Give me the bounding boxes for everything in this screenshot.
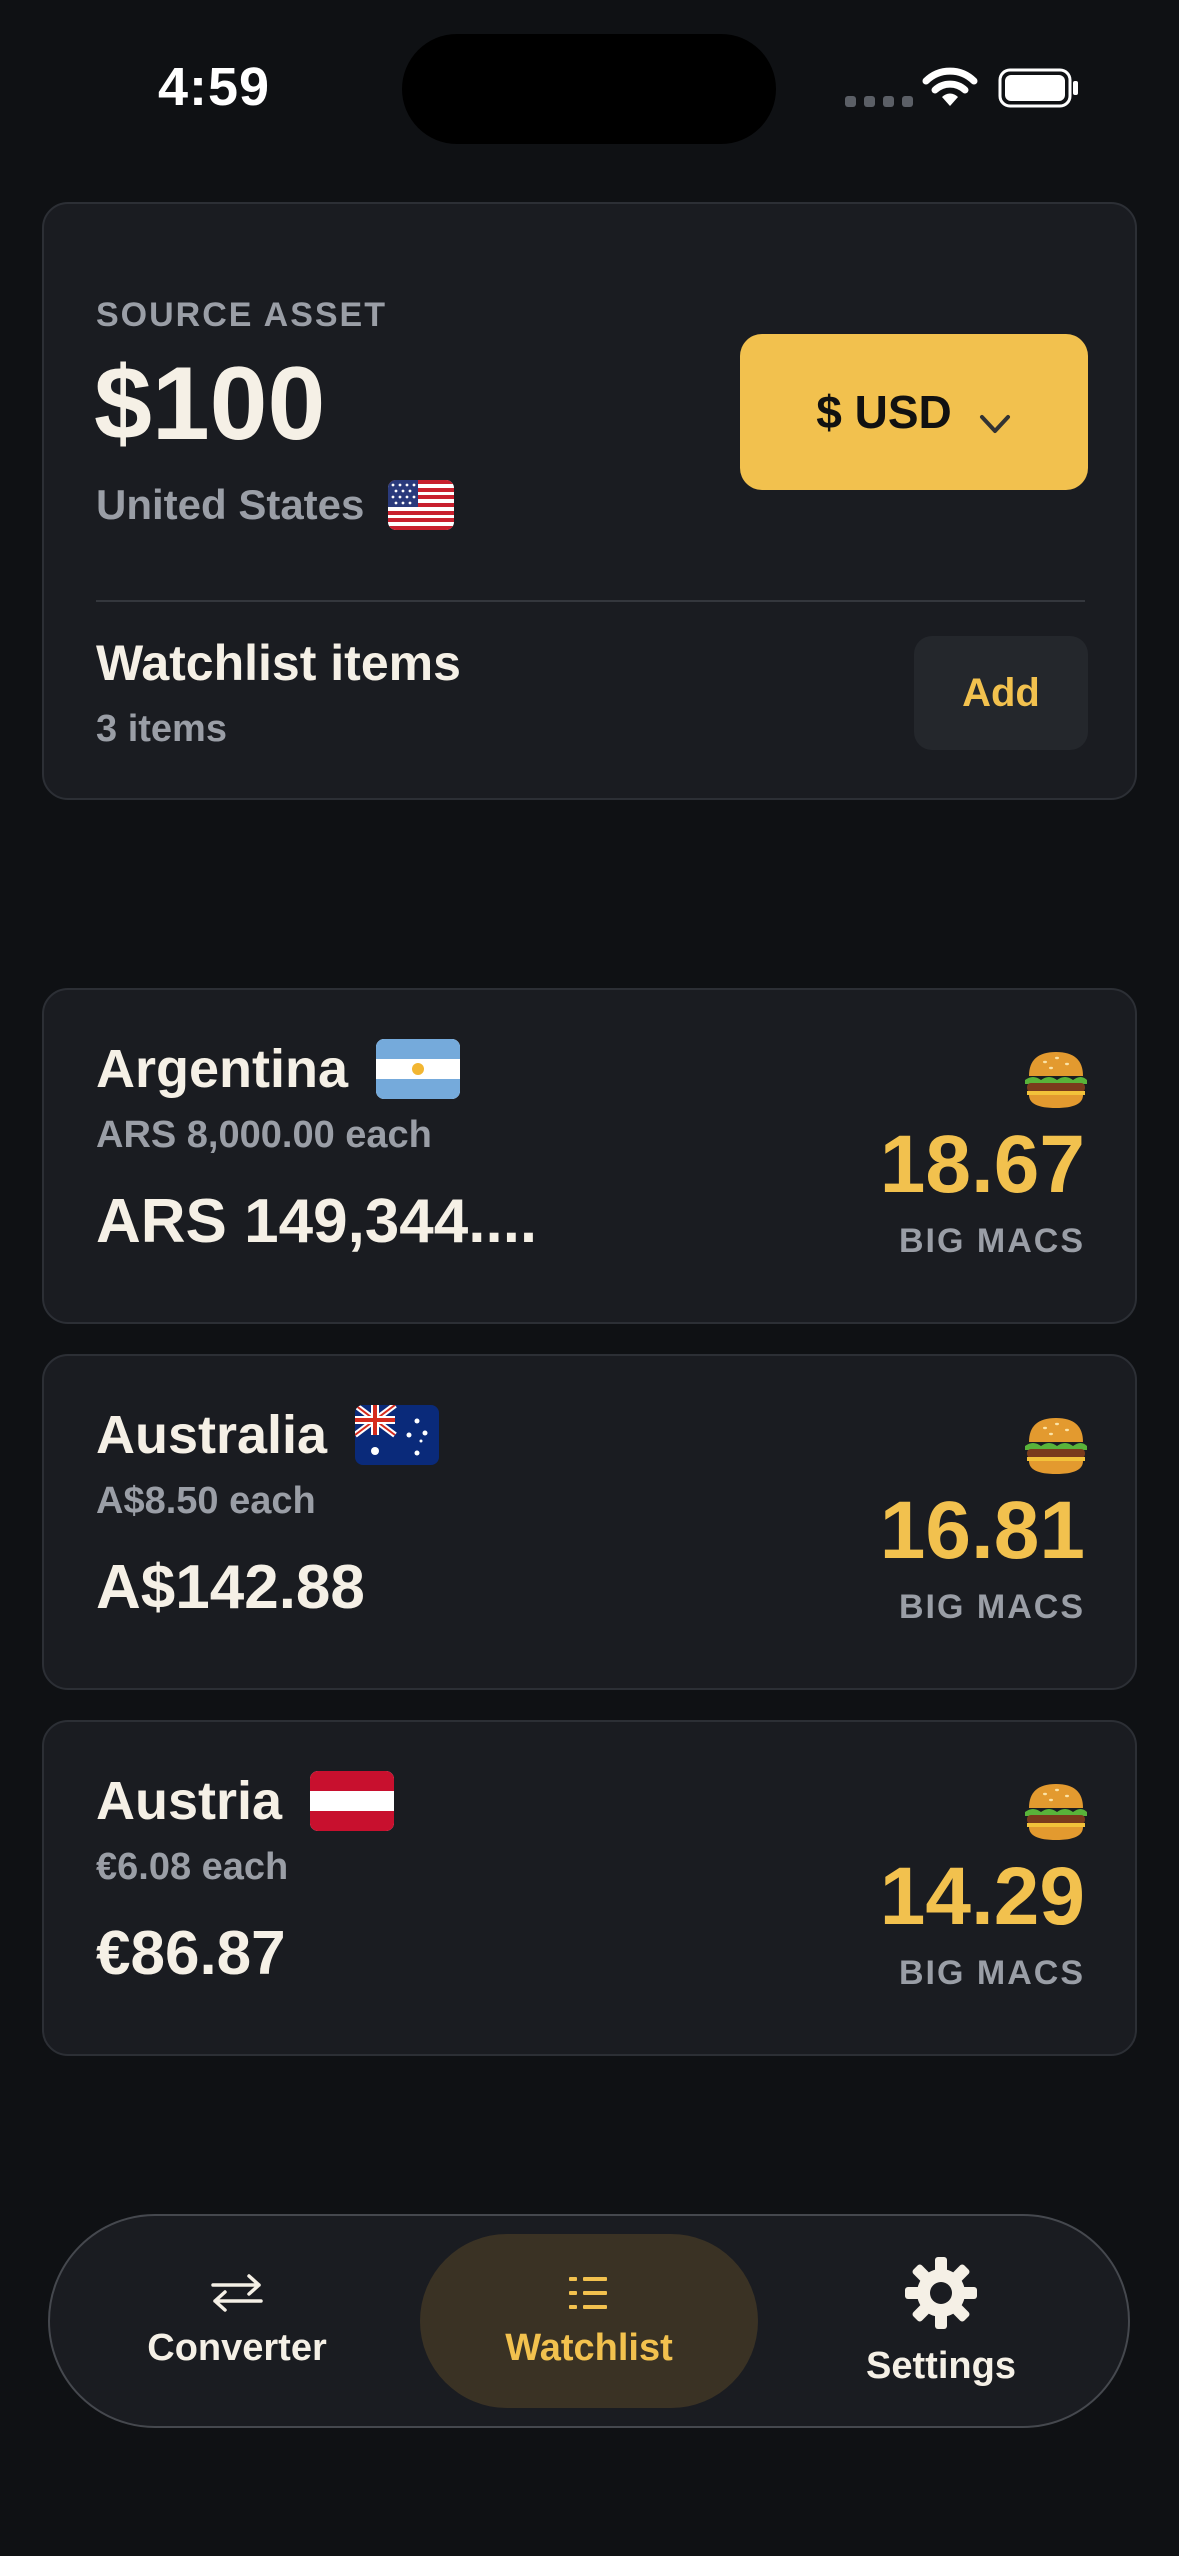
battery-icon [998,68,1078,108]
chevron-down-icon [979,415,1010,433]
tab-watchlist[interactable]: Watchlist [420,2234,758,2408]
cellular-signal-icon [845,96,913,107]
watchlist-item-austria[interactable]: Austria €6.08 each €86.87 14.29 BIG MACS [42,1720,1137,2056]
source-asset-card: SOURCE ASSET $100 United States $ USD Wa… [42,202,1137,800]
dynamic-island [402,34,776,144]
arrows-swap-icon [211,2273,263,2312]
item-country-name: Australia [96,1405,328,1465]
burger-icon [1025,1784,1087,1840]
item-unit-price: €6.08 each [96,1846,289,1888]
big-macs-value: 16.81 [879,1485,1085,1576]
tab-label: Watchlist [505,2326,673,2369]
watchlist-item-australia[interactable]: Australia A$8.50 each A$142.88 16.81 BIG… [42,1354,1137,1690]
source-amount[interactable]: $100 [94,352,325,456]
divider [96,600,1085,602]
big-macs-label: BIG MACS [899,1954,1085,1992]
tab-label: Settings [866,2344,1016,2387]
add-button[interactable]: Add [914,636,1088,750]
gear-icon [905,2256,977,2329]
item-total: A$142.88 [96,1553,365,1622]
argentina-flag-icon [376,1039,461,1099]
item-total: €86.87 [96,1919,286,1988]
watchlist-count: 3 items [96,708,227,750]
item-country-name: Argentina [96,1039,349,1099]
tab-converter[interactable]: Converter [68,2234,406,2408]
item-total: ARS 149,344.... [96,1187,538,1256]
item-header: Argentina [96,1038,461,1100]
watchlist-screen: 4:59 SOURCE ASSET $100 United States $ U… [0,0,1179,2556]
big-macs-label: BIG MACS [899,1222,1085,1260]
big-macs-value: 18.67 [879,1119,1085,1210]
australia-flag-icon [355,1405,440,1465]
item-unit-price: A$8.50 each [96,1480,316,1522]
us-flag-icon [388,480,455,530]
burger-icon [1025,1052,1087,1108]
item-country-name: Austria [96,1771,283,1831]
status-time: 4:59 [158,57,271,117]
tab-bar: Converter Watchlist Settings [48,2214,1130,2428]
big-macs-label: BIG MACS [899,1588,1085,1626]
tab-label: Converter [147,2326,327,2369]
big-macs-value: 14.29 [879,1851,1085,1942]
item-unit-price: ARS 8,000.00 each [96,1114,432,1156]
wifi-icon [922,67,978,106]
watchlist-item-argentina[interactable]: Argentina ARS 8,000.00 each ARS 149,344.… [42,988,1137,1324]
source-country-name: United States [96,481,365,528]
watchlist-title: Watchlist items [96,635,461,691]
item-header: Australia [96,1404,440,1466]
item-header: Austria [96,1770,395,1832]
currency-select-button[interactable]: $ USD [740,334,1088,490]
source-country: United States [96,480,455,530]
currency-select-label: $ USD [816,386,952,438]
list-icon [569,2276,607,2309]
burger-icon [1025,1418,1087,1474]
tab-settings[interactable]: Settings [772,2234,1110,2408]
austria-flag-icon [310,1771,395,1831]
source-asset-label: SOURCE ASSET [96,296,388,334]
